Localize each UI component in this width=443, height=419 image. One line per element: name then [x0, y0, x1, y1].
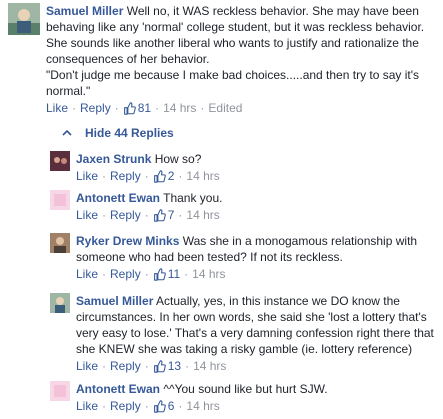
timestamp[interactable]: 14 hrs	[192, 266, 225, 282]
comment-content: Samuel Miller Well no, it WAS reckless b…	[46, 3, 436, 67]
comment-author[interactable]: Antonett Ewan	[76, 382, 160, 396]
like-count[interactable]: 11	[153, 266, 180, 282]
comment-author[interactable]: Ryker Drew Minks	[76, 234, 179, 248]
comment-actions: Like · Reply · 81 · 14 hrs · Edited	[46, 100, 436, 116]
reply-comment: Jaxen Strunk How so? Like · Reply · 2 · …	[50, 151, 440, 184]
separator-dot: ·	[184, 267, 189, 281]
like-count[interactable]: 6	[153, 398, 175, 414]
like-count[interactable]: 81	[123, 100, 151, 116]
separator-dot: ·	[178, 399, 183, 413]
like-count[interactable]: 13	[153, 358, 181, 374]
separator-dot: ·	[114, 101, 119, 115]
thumbs-up-icon	[153, 359, 166, 373]
like-link[interactable]: Like	[76, 266, 98, 282]
like-count-value: 6	[167, 399, 175, 413]
comment-text: Thank you.	[163, 191, 223, 205]
main-comment: Samuel Miller Well no, it WAS reckless b…	[8, 3, 438, 116]
comment-actions: Like · Reply · 13 · 14 hrs	[76, 358, 436, 374]
separator-dot: ·	[72, 101, 77, 115]
like-link[interactable]: Like	[76, 207, 98, 223]
like-link[interactable]: Like	[76, 398, 98, 414]
chevron-up-icon	[62, 129, 72, 136]
separator-dot: ·	[144, 169, 149, 183]
like-count-value: 2	[167, 169, 175, 183]
like-count[interactable]: 2	[153, 168, 175, 184]
thumbs-up-icon	[153, 399, 166, 413]
comment-text: How so?	[154, 152, 202, 166]
like-count-value: 11	[167, 267, 181, 281]
reply-link[interactable]: Reply	[110, 168, 141, 184]
comment-actions: Like · Reply · 7 · 14 hrs	[76, 207, 431, 223]
reply-link[interactable]: Reply	[80, 100, 111, 116]
like-count[interactable]: 7	[153, 207, 175, 223]
separator-dot: ·	[185, 359, 190, 373]
comment-actions: Like · Reply · 6 · 14 hrs	[76, 398, 431, 414]
like-link[interactable]: Like	[76, 358, 98, 374]
thumbs-up-icon	[153, 267, 166, 281]
comment-text: ^^You sound like but hurt SJW.	[163, 382, 328, 396]
timestamp[interactable]: 14 hrs	[193, 358, 226, 374]
separator-dot: ·	[102, 399, 107, 413]
like-count-value: 7	[167, 208, 175, 222]
reply-comment: Ryker Drew Minks Was she in a monogamous…	[50, 233, 440, 282]
comment-author[interactable]: Samuel Miller	[46, 4, 123, 18]
comment-author[interactable]: Jaxen Strunk	[76, 152, 151, 166]
hide-replies-label: Hide 44 Replies	[85, 126, 174, 140]
reply-link[interactable]: Reply	[110, 266, 141, 282]
avatar[interactable]	[50, 190, 70, 210]
like-link[interactable]: Like	[46, 100, 68, 116]
like-link[interactable]: Like	[76, 168, 98, 184]
reply-link[interactable]: Reply	[110, 207, 141, 223]
reply-comment: Antonett Ewan Thank you. Like · Reply · …	[50, 190, 440, 223]
separator-dot: ·	[144, 359, 149, 373]
thumbs-up-icon	[123, 101, 136, 115]
comment-quote: "Don't judge me because I make bad choic…	[46, 68, 420, 98]
separator-dot: ·	[144, 208, 149, 222]
like-count-value: 13	[167, 359, 182, 373]
edited-label[interactable]: Edited	[208, 100, 242, 116]
reply-link[interactable]: Reply	[110, 358, 141, 374]
avatar[interactable]	[8, 3, 40, 35]
separator-dot: ·	[200, 101, 205, 115]
avatar[interactable]	[50, 233, 70, 253]
separator-dot: ·	[102, 267, 107, 281]
avatar[interactable]	[50, 381, 70, 401]
separator-dot: ·	[144, 267, 149, 281]
separator-dot: ·	[144, 399, 149, 413]
thumbs-up-icon	[153, 208, 166, 222]
like-count-value: 81	[137, 101, 152, 115]
separator-dot: ·	[178, 169, 183, 183]
timestamp[interactable]: 14 hrs	[186, 168, 219, 184]
timestamp[interactable]: 14 hrs	[186, 398, 219, 414]
separator-dot: ·	[102, 359, 107, 373]
reply-comment: Samuel Miller Actually, yes, in this ins…	[50, 293, 440, 374]
avatar[interactable]	[50, 151, 70, 171]
separator-dot: ·	[155, 101, 160, 115]
comment-author[interactable]: Antonett Ewan	[76, 191, 160, 205]
avatar[interactable]	[50, 293, 70, 313]
hide-replies-link[interactable]: Hide 44 Replies	[62, 126, 174, 140]
timestamp[interactable]: 14 hrs	[186, 207, 219, 223]
comment-author[interactable]: Samuel Miller	[76, 294, 153, 308]
comment-actions: Like · Reply · 11 · 14 hrs	[76, 266, 431, 282]
reply-link[interactable]: Reply	[110, 398, 141, 414]
timestamp[interactable]: 14 hrs	[163, 100, 196, 116]
separator-dot: ·	[102, 169, 107, 183]
comment-actions: Like · Reply · 2 · 14 hrs	[76, 168, 431, 184]
reply-comment: Antonett Ewan ^^You sound like but hurt …	[50, 381, 440, 414]
thumbs-up-icon	[153, 169, 166, 183]
separator-dot: ·	[178, 208, 183, 222]
separator-dot: ·	[102, 208, 107, 222]
